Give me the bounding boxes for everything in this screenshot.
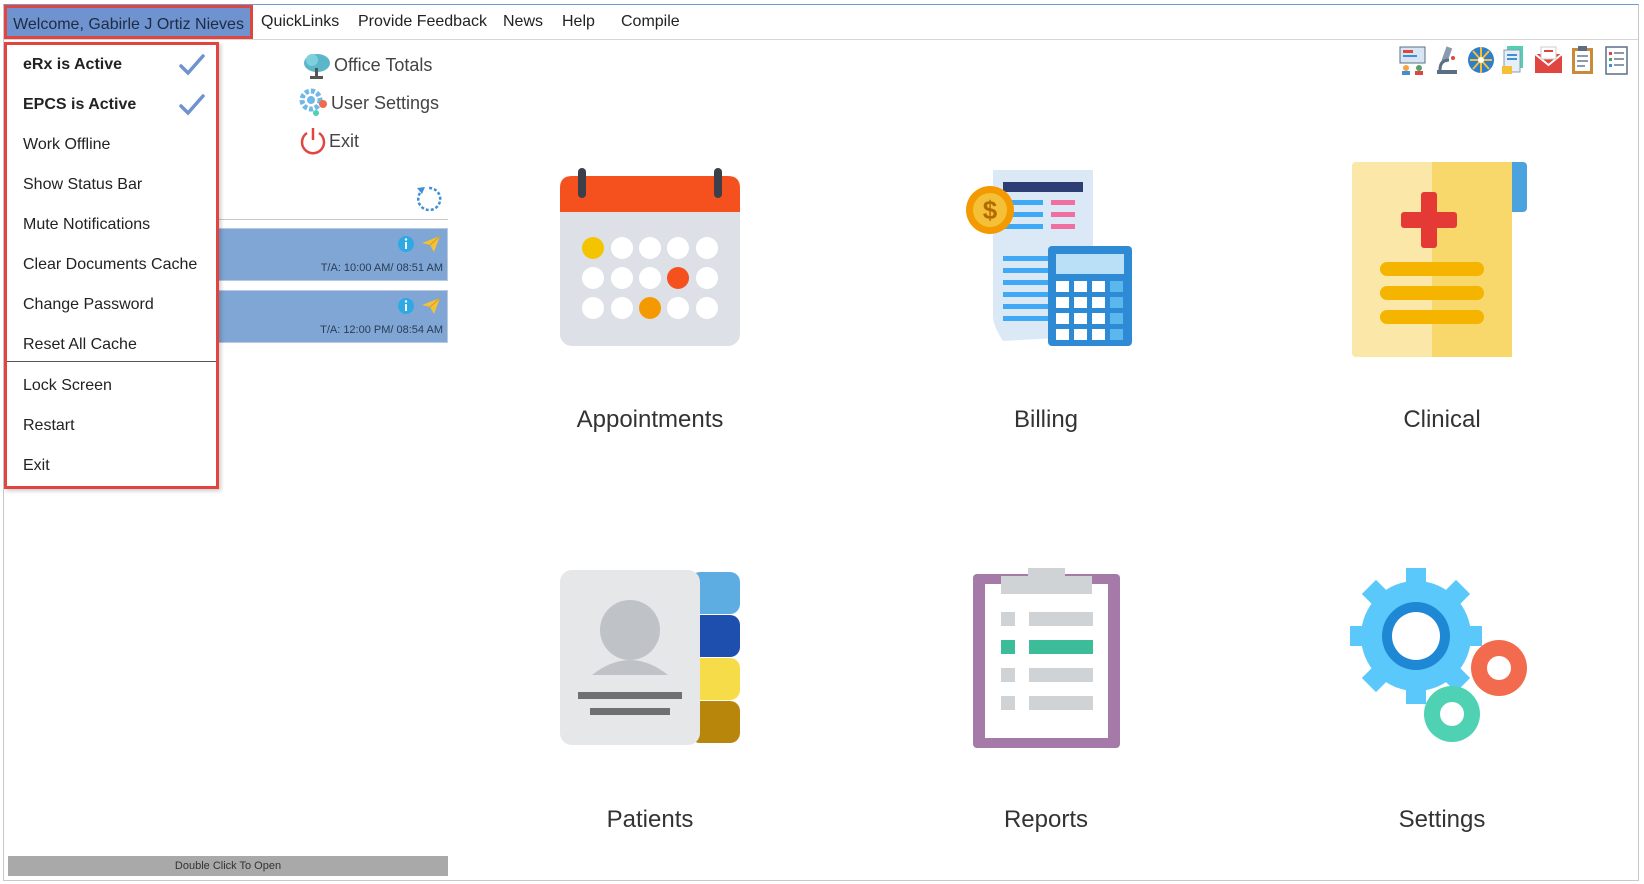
menu-exit[interactable]: Exit (7, 446, 216, 486)
welcome-menu[interactable]: Welcome, Gabirle J Ortiz Nieves (4, 5, 253, 39)
billing-label: Billing (1013, 406, 1079, 433)
clinical-label: Clinical (1403, 406, 1481, 433)
settings-gears-icon (1350, 568, 1527, 742)
patients-label: Patients (606, 806, 694, 833)
user-settings-link[interactable]: User Settings (299, 88, 439, 118)
menu-quicklinks[interactable]: QuickLinks (261, 5, 339, 39)
toolbar (1397, 44, 1632, 76)
send-icon[interactable] (421, 297, 441, 315)
appointments-label: Appointments (576, 406, 724, 433)
billing-tile[interactable]: $ (963, 166, 1138, 356)
menu-compile[interactable]: Compile (621, 5, 680, 39)
medical-folder-icon (1352, 162, 1527, 357)
mail-icon[interactable] (1533, 44, 1564, 76)
appointment-time: T/A: 12:00 PM/ 08:54 AM (320, 324, 443, 336)
power-icon (300, 128, 326, 155)
send-icon[interactable] (421, 235, 441, 253)
microscope-icon[interactable] (1431, 44, 1462, 76)
settings-label: Settings (1398, 806, 1486, 833)
report-clipboard-icon (973, 568, 1120, 748)
menu-change-password[interactable]: Change Password (7, 285, 216, 325)
clipboard-icon[interactable] (1567, 44, 1598, 76)
user-settings-label: User Settings (331, 92, 440, 113)
clinical-tile[interactable] (1352, 162, 1534, 362)
check-icon (179, 54, 205, 76)
checklist-icon[interactable] (1601, 44, 1632, 76)
menu-mute-notifications[interactable]: Mute Notifications (7, 205, 216, 245)
appointment-card[interactable]: T/A: 10:00 AM/ 08:51 AM (218, 228, 448, 281)
reports-tile[interactable] (973, 568, 1123, 755)
menu-bar: Welcome, Gabirle J Ortiz Nieves QuickLin… (4, 5, 1638, 40)
menu-reset-all-cache[interactable]: Reset All Cache (7, 325, 216, 365)
gear-icon (299, 88, 327, 116)
info-icon[interactable] (397, 297, 415, 315)
office-totals-label: Office Totals (334, 54, 433, 75)
exit-link[interactable]: Exit (299, 126, 359, 156)
menu-item-label: eRx is Active (23, 56, 123, 73)
presentation-icon[interactable] (1397, 44, 1428, 76)
cloud-icon (304, 54, 330, 79)
svg-text:$: $ (983, 195, 998, 225)
list-divider (218, 219, 448, 220)
menu-news[interactable]: News (503, 5, 543, 39)
menu-lock-screen[interactable]: Lock Screen (7, 366, 216, 406)
refresh-icon[interactable] (414, 184, 444, 214)
menu-restart[interactable]: Restart (7, 406, 216, 446)
welcome-dropdown-menu: eRx is Active EPCS is Active Work Offlin… (4, 42, 219, 489)
menu-clear-documents-cache[interactable]: Clear Documents Cache (7, 245, 216, 285)
menu-divider (7, 361, 216, 362)
menu-provide-feedback[interactable]: Provide Feedback (358, 5, 487, 39)
appointments-tile[interactable] (560, 168, 740, 353)
menu-show-status-bar[interactable]: Show Status Bar (7, 165, 216, 205)
check-icon (179, 94, 205, 116)
globe-network-icon[interactable] (1465, 44, 1496, 76)
documents-icon[interactable] (1499, 44, 1530, 76)
contact-book-icon (560, 570, 740, 745)
patients-tile[interactable] (560, 570, 740, 753)
menu-help[interactable]: Help (562, 5, 595, 39)
billing-calculator-icon: $ (966, 170, 1132, 346)
calendar-icon (560, 168, 740, 346)
settings-tile[interactable] (1350, 568, 1535, 758)
menu-epcs-active[interactable]: EPCS is Active (7, 85, 216, 125)
reports-label: Reports (1003, 806, 1089, 833)
appointment-time: T/A: 10:00 AM/ 08:51 AM (320, 262, 443, 274)
appointment-card[interactable]: T/A: 12:00 PM/ 08:54 AM (218, 290, 448, 343)
menu-item-label: EPCS is Active (23, 96, 137, 113)
menu-work-offline[interactable]: Work Offline (7, 125, 216, 165)
office-totals-link[interactable]: Office Totals (302, 50, 432, 80)
info-icon[interactable] (397, 235, 415, 253)
menu-erx-active[interactable]: eRx is Active (7, 45, 216, 85)
exit-label: Exit (329, 130, 360, 151)
double-click-to-open-bar[interactable]: Double Click To Open (8, 856, 448, 876)
